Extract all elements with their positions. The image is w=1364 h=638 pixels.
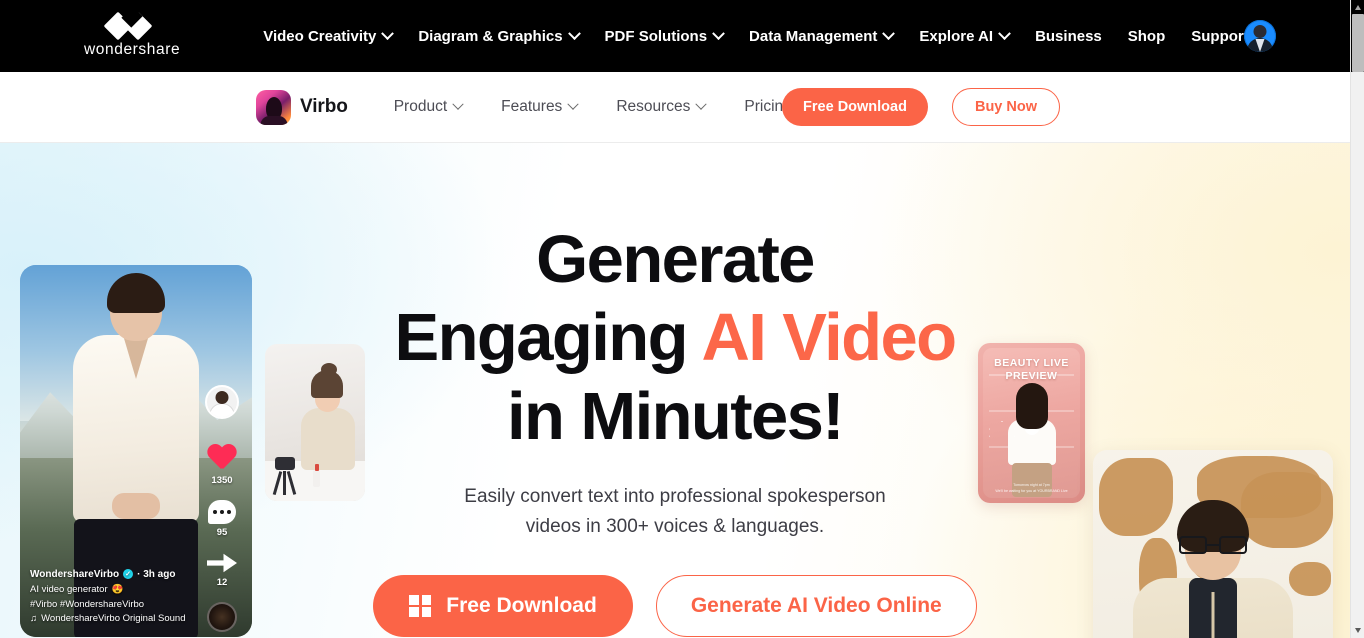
top-nav-menu: Video Creativity Diagram & Graphics PDF … — [263, 26, 1249, 45]
virbo-product-label: Virbo — [300, 96, 348, 117]
scrollbar-thumb[interactable] — [1352, 14, 1364, 72]
hero-subtitle: Easily convert text into professional sp… — [0, 482, 1350, 542]
subnav-label-product: Product — [393, 98, 448, 115]
page-title: Generate Engaging AI Video in Minutes! — [0, 221, 1350, 456]
headline-line-3: in Minutes! — [507, 378, 845, 454]
nav-item-explore-ai[interactable]: Explore AI — [919, 26, 1011, 45]
virbo-logo-icon — [256, 89, 291, 125]
headline-line-1: Generate — [536, 222, 815, 297]
nav-label-support: Support — [1191, 27, 1249, 45]
nav-item-support[interactable]: Support — [1191, 28, 1249, 45]
chevron-down-icon — [712, 26, 725, 40]
headline-accent: AI Video — [701, 300, 957, 376]
nav-label-explore-ai: Explore AI — [919, 27, 994, 45]
subtitle-line-1: Easily convert text into professional sp… — [464, 486, 886, 508]
hero-cta-group: Free Download Generate AI Video Online — [0, 575, 1350, 638]
subnav-label-resources: Resources — [616, 98, 691, 115]
product-subnav: Virbo Product Features Resources Pricing… — [0, 72, 1350, 143]
buy-now-button[interactable]: Buy Now — [951, 88, 1060, 126]
chevron-down-icon — [998, 26, 1011, 40]
hero-content: Generate Engaging AI Video in Minutes! E… — [0, 143, 1350, 638]
nav-item-pdf-solutions[interactable]: PDF Solutions — [604, 26, 725, 45]
nav-item-video-creativity[interactable]: Video Creativity — [263, 26, 395, 45]
browser-viewport: wondershare Video Creativity Diagram & G… — [0, 0, 1350, 638]
nav-label-video-creativity: Video Creativity — [263, 27, 377, 45]
chevron-down-icon — [452, 98, 464, 110]
chevron-down-icon — [695, 98, 708, 110]
subnav-button-group: Free Download Buy Now — [782, 88, 1060, 126]
hero-generate-online-button[interactable]: Generate AI Video Online — [655, 575, 977, 638]
nav-label-shop: Shop — [1127, 27, 1166, 45]
chevron-down-icon — [381, 26, 395, 40]
nav-item-shop[interactable]: Shop — [1128, 28, 1166, 45]
virbo-shoulder-shape — [260, 115, 287, 125]
subnav-item-resources[interactable]: Resources — [616, 98, 708, 116]
wondershare-brand[interactable]: wondershare — [84, 6, 181, 59]
nav-label-diagram-graphics: Diagram & Graphics — [418, 27, 563, 45]
hero-section: 1350 95 12 WondershareVirbo ✓ · 3h ago A… — [0, 143, 1350, 638]
virbo-brand[interactable]: Virbo — [256, 89, 348, 125]
nav-item-business[interactable]: Business — [1035, 28, 1102, 45]
chevron-down-icon — [567, 98, 579, 110]
chevron-down-icon — [567, 26, 581, 40]
hero-free-download-label: Free Download — [446, 594, 597, 618]
scroll-up-arrow-icon[interactable] — [1355, 5, 1361, 10]
chevron-down-icon — [882, 26, 896, 40]
subnav-item-features[interactable]: Features — [501, 98, 579, 116]
subnav-item-product[interactable]: Product — [393, 98, 464, 116]
nav-label-business: Business — [1035, 27, 1102, 45]
windows-logo-icon — [409, 595, 432, 618]
user-avatar-icon[interactable] — [1244, 20, 1276, 52]
subnav-label-features: Features — [501, 98, 563, 115]
avatar-head — [1253, 25, 1267, 38]
nav-item-diagram-graphics[interactable]: Diagram & Graphics — [418, 26, 581, 45]
nav-label-data-management: Data Management — [749, 27, 878, 45]
hero-free-download-button[interactable]: Free Download — [373, 575, 633, 638]
wondershare-brand-label: wondershare — [84, 41, 181, 58]
headline-plain: Engaging — [394, 300, 702, 376]
nav-label-pdf-solutions: PDF Solutions — [604, 27, 708, 45]
free-download-button[interactable]: Free Download — [782, 88, 928, 126]
nav-item-data-management[interactable]: Data Management — [749, 26, 896, 45]
wondershare-logo-icon — [103, 6, 161, 41]
headline-line-2: Engaging AI Video — [0, 299, 1350, 377]
subnav-menu: Product Features Resources Pricing — [394, 98, 792, 116]
subtitle-line-2: videos in 300+ voices & languages. — [525, 516, 825, 538]
global-top-navbar: wondershare Video Creativity Diagram & G… — [0, 0, 1350, 72]
page-scrollbar[interactable] — [1350, 0, 1364, 638]
scroll-down-arrow-icon[interactable] — [1355, 628, 1361, 633]
